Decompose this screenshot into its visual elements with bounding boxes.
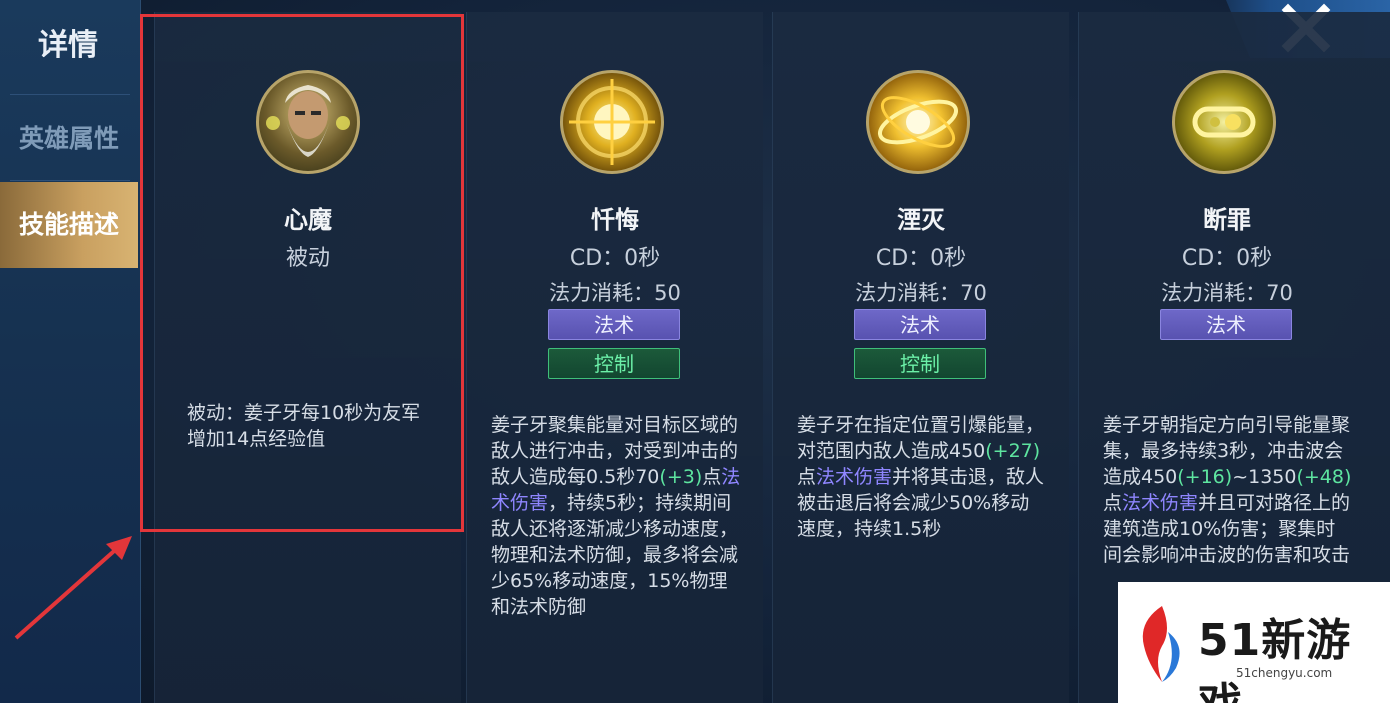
annihilation-icon <box>878 96 958 148</box>
skill-icon-3 <box>1172 70 1276 174</box>
desc-growth: (+3) <box>659 466 703 488</box>
desc-text: 点 <box>1103 492 1123 514</box>
skill-mana-cost: 法力消耗：70 <box>855 281 987 305</box>
desc-growth: (+16) <box>1177 466 1233 488</box>
desc-damage-type: 法术伤害 <box>1122 492 1199 514</box>
tag-magic: 法术 <box>854 309 986 340</box>
skill-description: 姜子牙朝指定方向引导能量聚集，最多持续3秒，冲击波会造成450(+16)~135… <box>1103 412 1353 568</box>
skill-cooldown: CD：0秒 <box>569 246 661 271</box>
highlight-box <box>140 14 464 532</box>
skill-icon-1 <box>560 70 664 174</box>
tag-magic: 法术 <box>548 309 680 340</box>
desc-text: 点 <box>702 466 722 488</box>
desc-text: ~1350 <box>1232 466 1297 488</box>
skill-name: 湮灭 <box>897 206 945 234</box>
skill-description: 姜子牙聚集能量对目标区域的敌人进行冲击，对受到冲击的敌人造成每0.5秒70(+3… <box>491 412 741 620</box>
desc-growth: (+27) <box>985 440 1041 462</box>
divider <box>10 180 130 181</box>
watermark-text: 51新游戏 <box>1198 615 1352 703</box>
skill-name: 断罪 <box>1203 206 1251 234</box>
tag-control: 控制 <box>854 348 986 379</box>
judgment-icon <box>1192 106 1256 138</box>
skill-mana-cost: 法力消耗：50 <box>549 281 681 305</box>
repentance-icon <box>569 79 655 165</box>
sidebar-title: 详情 <box>38 28 98 63</box>
tag-magic: 法术 <box>1160 309 1292 340</box>
skill-cooldown: CD：0秒 <box>1181 246 1273 271</box>
skill-icon-2 <box>866 70 970 174</box>
desc-text: 点 <box>797 466 817 488</box>
watermark: 51新游戏 51chengyu.com <box>1118 582 1390 703</box>
sidebar-item-skill-description[interactable]: 技能描述 <box>0 182 138 268</box>
skill-details-screen: 详情 英雄属性 技能描述 心魔 被动 被动：姜子牙每10秒为友军增加14点经验值 <box>0 0 1390 703</box>
desc-damage-type: 法术伤害 <box>816 466 893 488</box>
skill-panel-2: 湮灭 CD：0秒 法力消耗：70 法术 控制 姜子牙在指定位置引爆能量，对范围内… <box>772 12 1069 703</box>
annotation-arrow-icon <box>14 536 132 640</box>
desc-growth: (+48) <box>1296 466 1352 488</box>
watermark-url: 51chengyu.com <box>1236 666 1333 680</box>
skill-panel-1: 忏悔 CD：0秒 法力消耗：50 法术 控制 姜子牙聚集能量对目标区域的敌人进行… <box>466 12 763 703</box>
skill-name: 忏悔 <box>591 206 639 234</box>
watermark-logo-icon <box>1142 606 1180 682</box>
skill-cooldown: CD：0秒 <box>875 246 967 271</box>
skill-description: 姜子牙在指定位置引爆能量，对范围内敌人造成450(+27)点法术伤害并将其击退，… <box>797 412 1047 542</box>
sidebar-item-hero-attributes[interactable]: 英雄属性 <box>0 96 138 182</box>
skill-mana-cost: 法力消耗：70 <box>1161 281 1293 305</box>
divider <box>10 94 130 95</box>
tag-control: 控制 <box>548 348 680 379</box>
